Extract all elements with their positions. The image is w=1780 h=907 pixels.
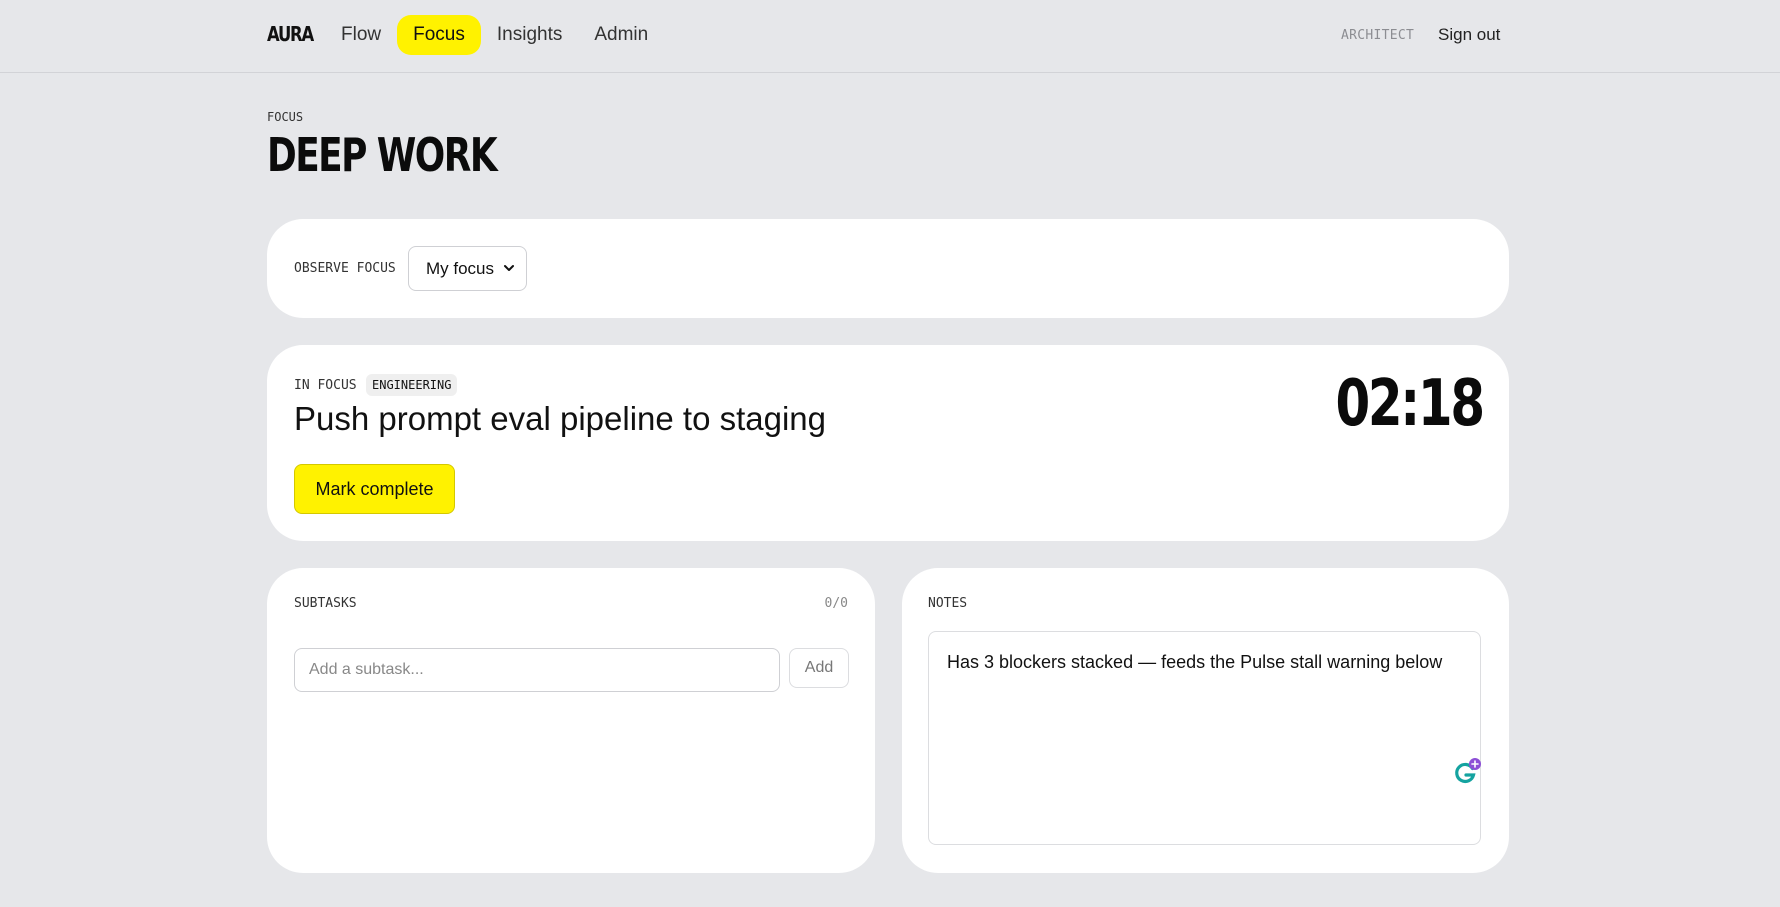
observe-focus-select[interactable]: My focus: [408, 246, 527, 291]
in-focus-label: IN FOCUS: [294, 378, 357, 393]
subtasks-label: SUBTASKS: [294, 596, 357, 611]
observe-focus-label: OBSERVE FOCUS: [294, 261, 396, 276]
focus-timer: 02:18: [1335, 367, 1486, 441]
subtasks-count: 0/0: [824, 596, 848, 611]
add-subtask-button[interactable]: Add: [789, 648, 849, 688]
grammar-assistant-icon[interactable]: [1452, 757, 1482, 787]
subtasks-card: SUBTASKS 0/0 Add a subtask... Add: [267, 568, 875, 873]
brand-logo[interactable]: AURA: [267, 22, 314, 46]
category-tag: ENGINEERING: [366, 374, 458, 396]
nav-item-flow[interactable]: Flow: [325, 15, 397, 55]
nav-item-focus[interactable]: Focus: [397, 15, 481, 55]
notes-label: NOTES: [928, 596, 968, 611]
user-role-label: ARCHITECT: [1341, 28, 1415, 43]
nav-item-admin[interactable]: Admin: [578, 15, 664, 55]
notes-text: Has 3 blockers stacked — feeds the Pulse…: [947, 652, 1443, 672]
notes-card: NOTES Has 3 blockers stacked — feeds the…: [902, 568, 1509, 873]
current-focus-card: IN FOCUS ENGINEERING Push prompt eval pi…: [267, 345, 1509, 541]
chevron-down-icon: [504, 265, 514, 271]
add-subtask-input[interactable]: Add a subtask...: [294, 648, 780, 692]
main-nav: Flow Focus Insights Admin: [325, 15, 664, 55]
sign-out-link[interactable]: Sign out: [1438, 25, 1500, 45]
observe-focus-card: OBSERVE FOCUS My focus: [267, 219, 1509, 318]
page-eyebrow: FOCUS: [267, 110, 304, 124]
mark-complete-button[interactable]: Mark complete: [294, 464, 455, 514]
observe-focus-selected-value: My focus: [426, 258, 495, 278]
focus-task-title: Push prompt eval pipeline to staging: [294, 400, 826, 437]
page-title: DEEP WORK: [267, 128, 498, 182]
notes-textarea[interactable]: Has 3 blockers stacked — feeds the Pulse…: [928, 631, 1481, 845]
nav-item-insights[interactable]: Insights: [481, 15, 578, 55]
top-navigation-bar: AURA Flow Focus Insights Admin ARCHITECT…: [0, 0, 1780, 73]
